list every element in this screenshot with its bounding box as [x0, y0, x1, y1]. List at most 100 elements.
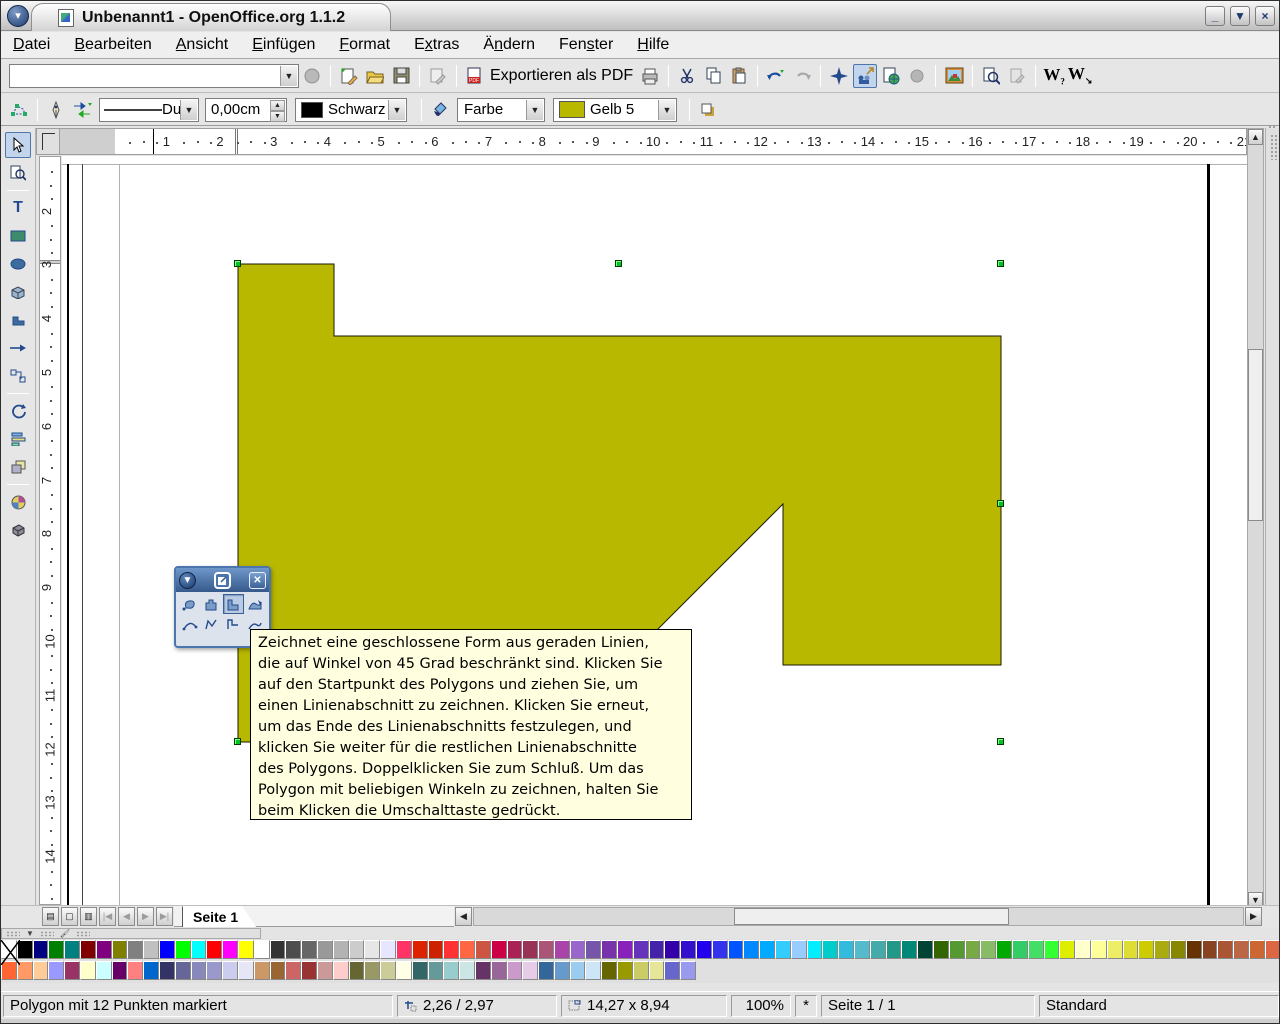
curve-tool[interactable]	[5, 307, 31, 333]
color-swatch[interactable]	[333, 940, 349, 959]
color-swatch[interactable]	[80, 961, 96, 980]
color-swatch[interactable]	[901, 940, 917, 959]
vertical-ruler[interactable]: 23456789101112131415	[39, 156, 61, 905]
color-swatch[interactable]	[491, 961, 507, 980]
color-swatch[interactable]	[175, 961, 191, 980]
color-swatch[interactable]	[412, 961, 428, 980]
text-tool[interactable]: T	[5, 195, 31, 221]
color-swatch[interactable]	[649, 940, 665, 959]
color-swatch[interactable]	[222, 961, 238, 980]
color-swatch[interactable]	[48, 961, 64, 980]
menu-ndern[interactable]: Ändern	[471, 34, 547, 56]
color-swatch[interactable]	[1091, 940, 1107, 959]
title-bar[interactable]: ▾ Unbenannt1 - OpenOffice.org 1.1.2 _ ▼ …	[1, 1, 1280, 31]
freeform-filled-icon[interactable]	[244, 594, 265, 614]
color-swatch[interactable]	[728, 940, 744, 959]
strip-handle[interactable]	[76, 931, 90, 937]
arrange-tool[interactable]	[5, 454, 31, 480]
color-swatch[interactable]	[443, 940, 459, 959]
zoom-icon[interactable]	[979, 64, 1003, 88]
color-swatch[interactable]	[428, 940, 444, 959]
html-export-icon[interactable]	[879, 64, 903, 88]
color-swatch[interactable]	[759, 940, 775, 959]
color-swatch[interactable]	[1202, 940, 1218, 959]
width-up-arrow[interactable]: ▲	[270, 100, 285, 111]
tearoff-pin-icon[interactable]	[214, 572, 231, 589]
vertical-scrollbar[interactable]: ▲ ▼	[1247, 128, 1264, 909]
page-status[interactable]: Seite 1 / 1	[821, 995, 1035, 1017]
color-swatch[interactable]	[1123, 940, 1139, 959]
shadow-icon[interactable]	[696, 98, 720, 122]
last-page-button[interactable]: ▶|	[156, 907, 173, 926]
floating-close-icon[interactable]: ✕	[249, 572, 266, 589]
menu-bearbeiten[interactable]: Bearbeiten	[62, 34, 163, 56]
color-swatch[interactable]	[854, 940, 870, 959]
menu-fenster[interactable]: Fenster	[547, 34, 625, 56]
autopilot-icon[interactable]	[853, 64, 877, 88]
color-swatch[interactable]	[1012, 940, 1028, 959]
copy-icon[interactable]	[701, 64, 725, 88]
strip-collapse-arrow-icon[interactable]: ▼	[26, 929, 34, 938]
color-swatch[interactable]	[838, 940, 854, 959]
color-swatch[interactable]	[475, 940, 491, 959]
color-swatch[interactable]	[33, 961, 49, 980]
toolbar-menu-arrow-icon[interactable]: ▼	[179, 572, 196, 589]
color-swatch-none[interactable]	[1, 940, 17, 959]
color-swatch[interactable]	[585, 940, 601, 959]
ruler-origin-box[interactable]	[36, 128, 60, 155]
save-icon[interactable]	[389, 64, 413, 88]
prev-page-button[interactable]: ◀	[118, 907, 135, 926]
navigator-icon[interactable]	[827, 64, 851, 88]
color-swatch[interactable]	[775, 940, 791, 959]
color-swatch[interactable]	[443, 961, 459, 980]
edit-file-icon[interactable]	[426, 64, 450, 88]
color-swatch[interactable]	[585, 961, 601, 980]
color-swatch[interactable]	[412, 940, 428, 959]
color-swatch[interactable]	[222, 940, 238, 959]
menu-hilfe[interactable]: Hilfe	[625, 34, 681, 56]
cut-icon[interactable]	[675, 64, 699, 88]
polygon-icon[interactable]	[201, 614, 222, 634]
layer-view-button-1[interactable]: ▤	[42, 907, 59, 926]
color-swatch[interactable]	[349, 940, 365, 959]
fill-type-arrow[interactable]: ▼	[526, 100, 543, 120]
connector-tool[interactable]	[5, 363, 31, 389]
color-swatch[interactable]	[143, 940, 159, 959]
color-swatch[interactable]	[949, 940, 965, 959]
color-swatch[interactable]	[507, 940, 523, 959]
curve-icon[interactable]	[179, 614, 200, 634]
menu-einfgen[interactable]: Einfügen	[240, 34, 327, 56]
horizontal-scroll-thumb[interactable]	[734, 908, 1009, 925]
width-down-arrow[interactable]: ▼	[270, 111, 285, 122]
color-swatch[interactable]	[270, 940, 286, 959]
color-swatch[interactable]	[522, 940, 538, 959]
color-swatch[interactable]	[459, 961, 475, 980]
polygon-filled-icon[interactable]	[201, 594, 222, 614]
color-swatch[interactable]	[980, 940, 996, 959]
color-swatch[interactable]	[364, 961, 380, 980]
color-swatch[interactable]	[270, 961, 286, 980]
color-swatch[interactable]	[380, 940, 396, 959]
color-swatch[interactable]	[301, 961, 317, 980]
color-swatch[interactable]	[64, 961, 80, 980]
color-swatch[interactable]	[333, 961, 349, 980]
selection-handle[interactable]	[997, 500, 1004, 507]
color-swatch[interactable]	[1217, 940, 1233, 959]
paste-icon[interactable]	[727, 64, 751, 88]
color-swatch[interactable]	[522, 961, 538, 980]
selection-handle[interactable]	[234, 738, 241, 745]
gallery-icon[interactable]	[942, 64, 966, 88]
minimize-button[interactable]: _	[1205, 6, 1225, 26]
polygon-45-icon[interactable]	[223, 614, 244, 634]
color-swatch[interactable]	[680, 961, 696, 980]
next-page-button[interactable]: ▶	[137, 907, 154, 926]
line-color-arrow[interactable]: ▼	[388, 100, 405, 120]
color-swatch[interactable]	[807, 940, 823, 959]
rectangle-tool[interactable]	[5, 223, 31, 249]
color-swatch[interactable]	[80, 940, 96, 959]
zoom-tool[interactable]	[5, 160, 31, 186]
color-swatch[interactable]	[317, 940, 333, 959]
color-swatch[interactable]	[349, 961, 365, 980]
selection-handle[interactable]	[997, 260, 1004, 267]
polygon-45-filled-icon[interactable]	[223, 594, 244, 614]
